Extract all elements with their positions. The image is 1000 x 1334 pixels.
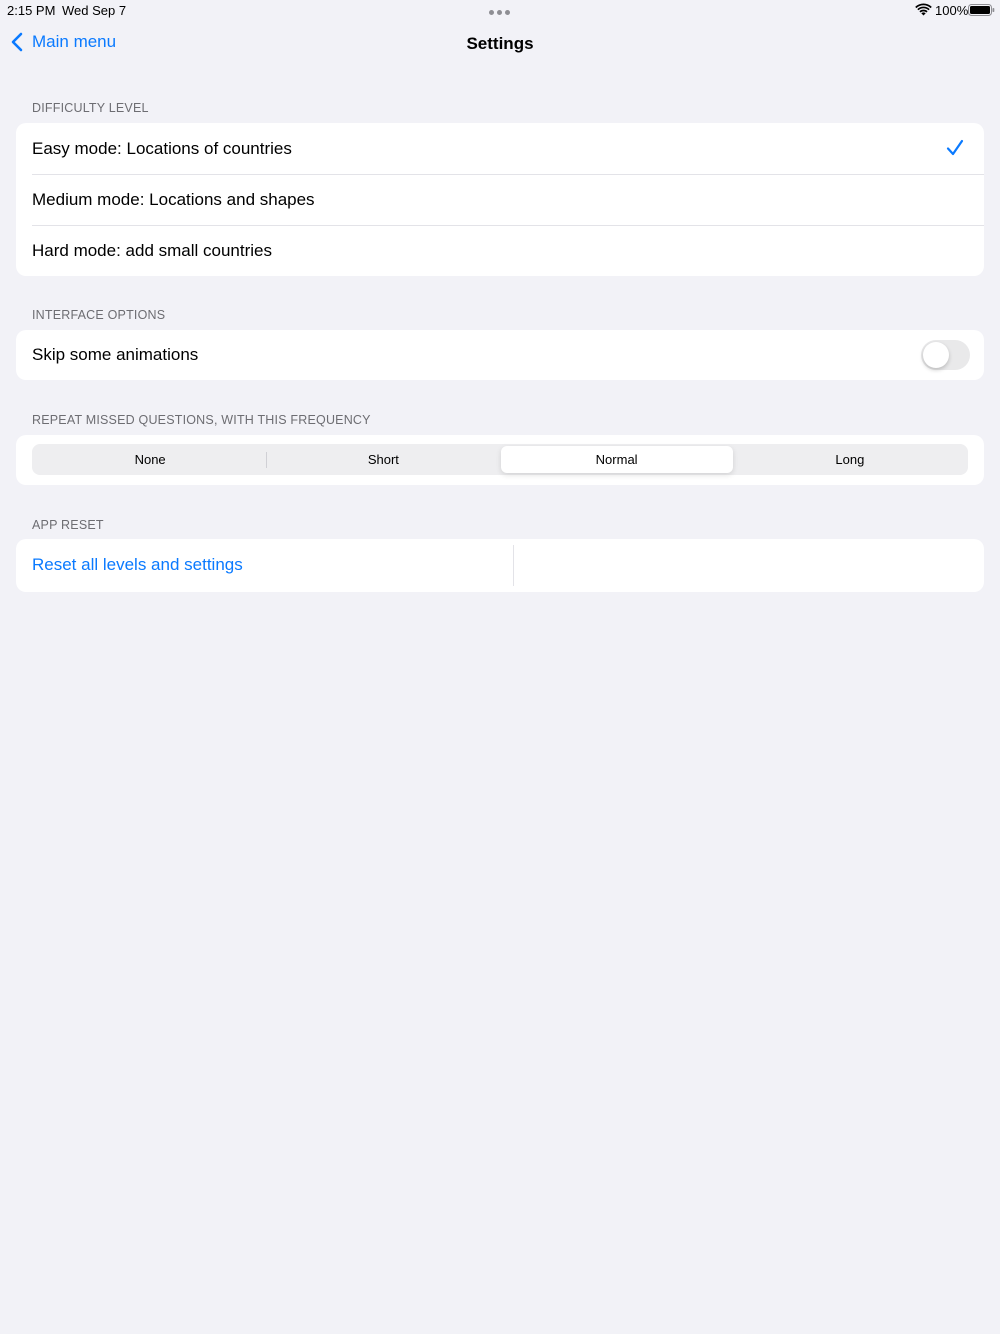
difficulty-option-label: Easy mode: Locations of countries <box>32 138 292 158</box>
status-bar: 2:15 PM Wed Sep 7 100% <box>0 0 1000 20</box>
difficulty-option-label: Hard mode: add small countries <box>32 240 273 260</box>
segment-short[interactable]: Short <box>267 446 499 473</box>
page-title: Settings <box>466 34 534 53</box>
difficulty-group: Easy mode: Locations of countries Medium… <box>16 123 984 276</box>
navigation-bar: Main menu Settings <box>0 24 1000 64</box>
checkmark-icon <box>946 139 964 156</box>
reset-group: Reset all levels and settings <box>16 539 984 592</box>
interface-group: Skip some animations <box>16 330 984 380</box>
difficulty-option-medium[interactable]: Medium mode: Locations and shapes <box>16 174 984 225</box>
difficulty-option-label: Medium mode: Locations and shapes <box>32 189 315 209</box>
difficulty-section-header: DIFFICULTY LEVEL <box>32 101 149 115</box>
status-date: Wed Sep 7 <box>62 3 127 18</box>
skip-animations-row: Skip some animations <box>16 330 984 380</box>
battery-icon <box>968 4 995 16</box>
reset-section-header: APP RESET <box>32 518 104 532</box>
repeat-group: None Short Normal Long <box>16 435 984 485</box>
status-time: 2:15 PM <box>7 3 56 18</box>
battery-percentage: 100% <box>935 3 969 18</box>
difficulty-option-easy[interactable]: Easy mode: Locations of countries <box>16 123 984 174</box>
toggle-knob <box>923 342 949 368</box>
interface-section-header: INTERFACE OPTIONS <box>32 308 166 322</box>
frequency-segmented-control: None Short Normal Long <box>32 444 968 475</box>
reset-divider <box>513 545 514 586</box>
segment-none[interactable]: None <box>34 446 266 473</box>
segment-long[interactable]: Long <box>734 446 966 473</box>
skip-animations-toggle[interactable] <box>921 340 970 370</box>
skip-animations-label: Skip some animations <box>32 345 199 364</box>
multitasking-dots-icon[interactable] <box>489 10 510 15</box>
reset-all-button[interactable]: Reset all levels and settings <box>32 555 243 575</box>
difficulty-option-hard[interactable]: Hard mode: add small countries <box>16 225 984 276</box>
segment-normal[interactable]: Normal <box>500 446 733 473</box>
repeat-section-header: REPEAT MISSED QUESTIONS, WITH THIS FREQU… <box>32 413 371 427</box>
wifi-icon <box>915 3 932 16</box>
